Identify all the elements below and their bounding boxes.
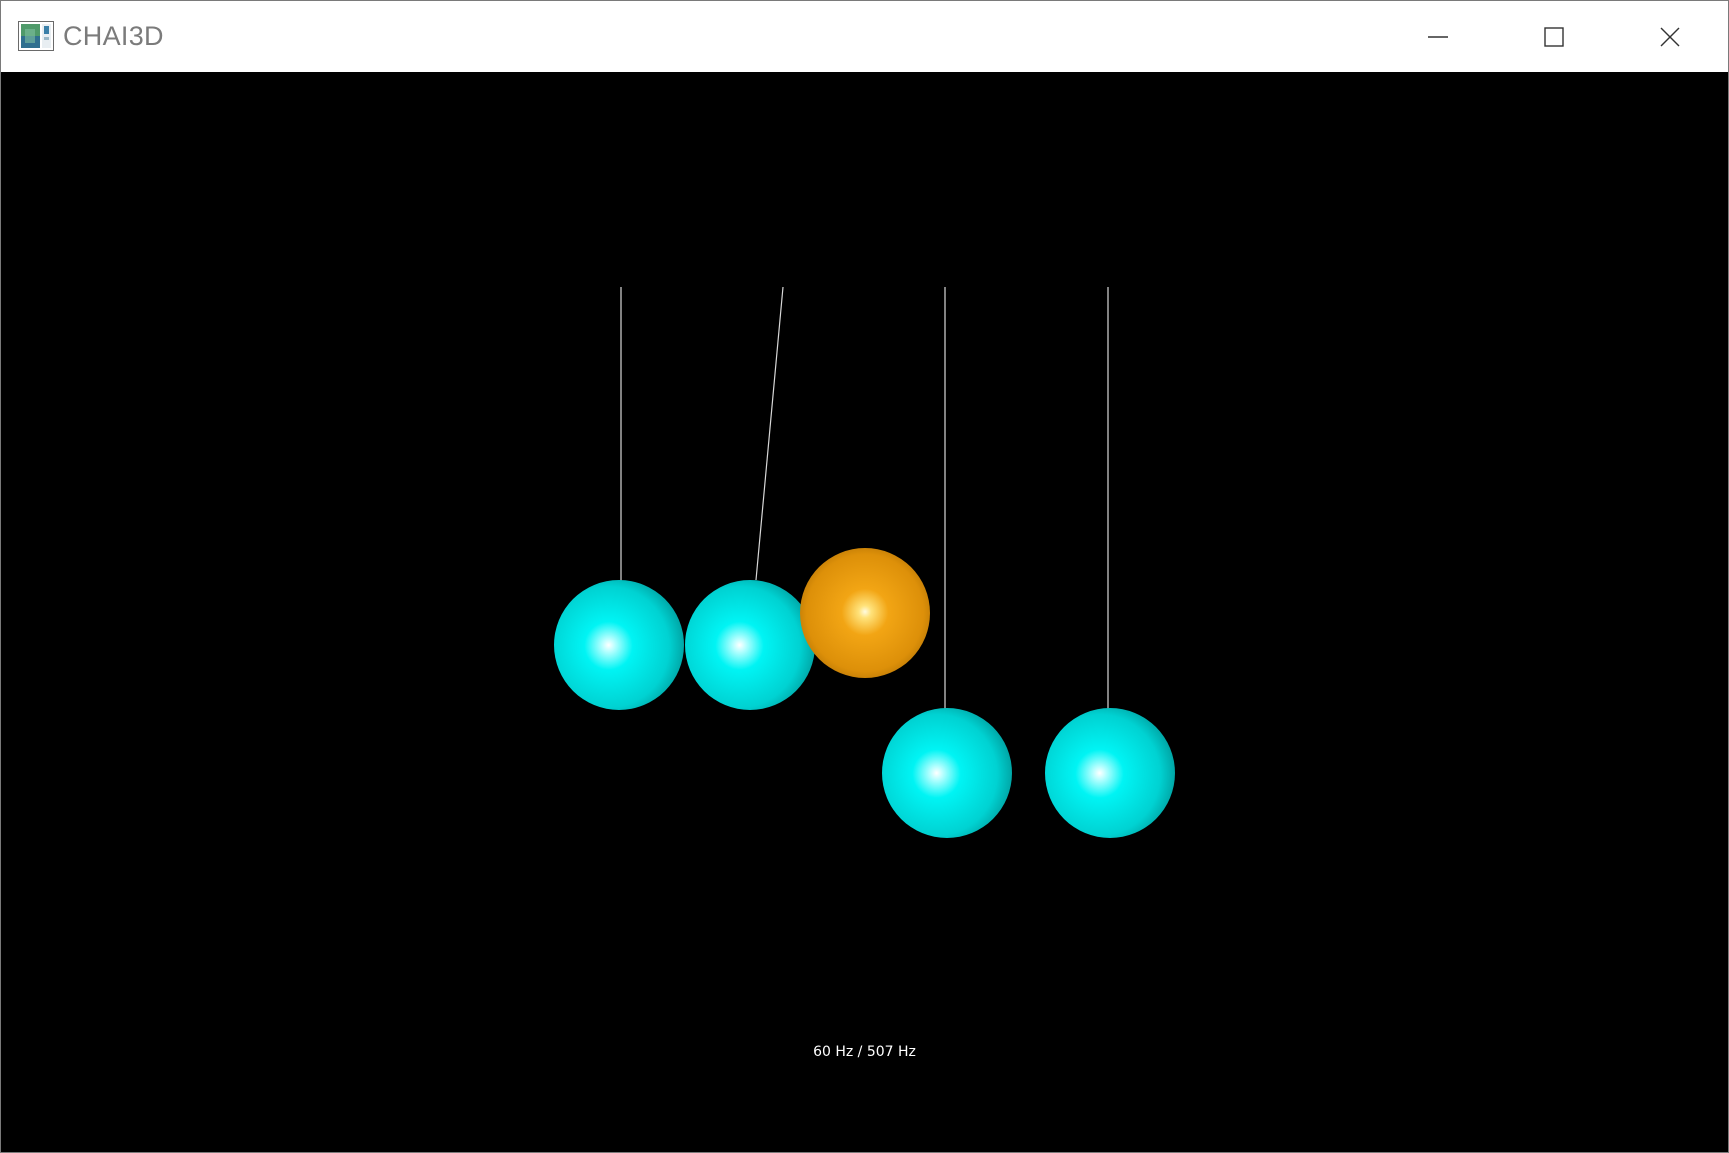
close-button[interactable] [1612,1,1728,72]
title-bar[interactable]: CHAI3D [1,1,1728,72]
ball-2 [685,580,815,710]
minimize-button[interactable] [1380,1,1496,72]
maximize-icon [1544,26,1564,47]
maximize-button[interactable] [1496,1,1612,72]
app-window: CHAI3D 60 Hz / 507 Hz [0,0,1729,1153]
chai3d-app-icon [18,21,54,51]
render-viewport[interactable] [1,72,1728,1152]
close-icon [1660,27,1680,46]
ball-4 [882,708,1012,838]
minimize-icon [1428,35,1448,38]
window-title: CHAI3D [63,21,164,51]
string-2 [755,286,784,581]
ball-3[interactable] [800,548,930,678]
newtons-cradle-scene[interactable] [1,72,1728,1152]
ball-5 [1045,708,1175,838]
ball-1 [554,580,684,710]
rate-readout: 60 Hz / 507 Hz [813,1044,916,1060]
